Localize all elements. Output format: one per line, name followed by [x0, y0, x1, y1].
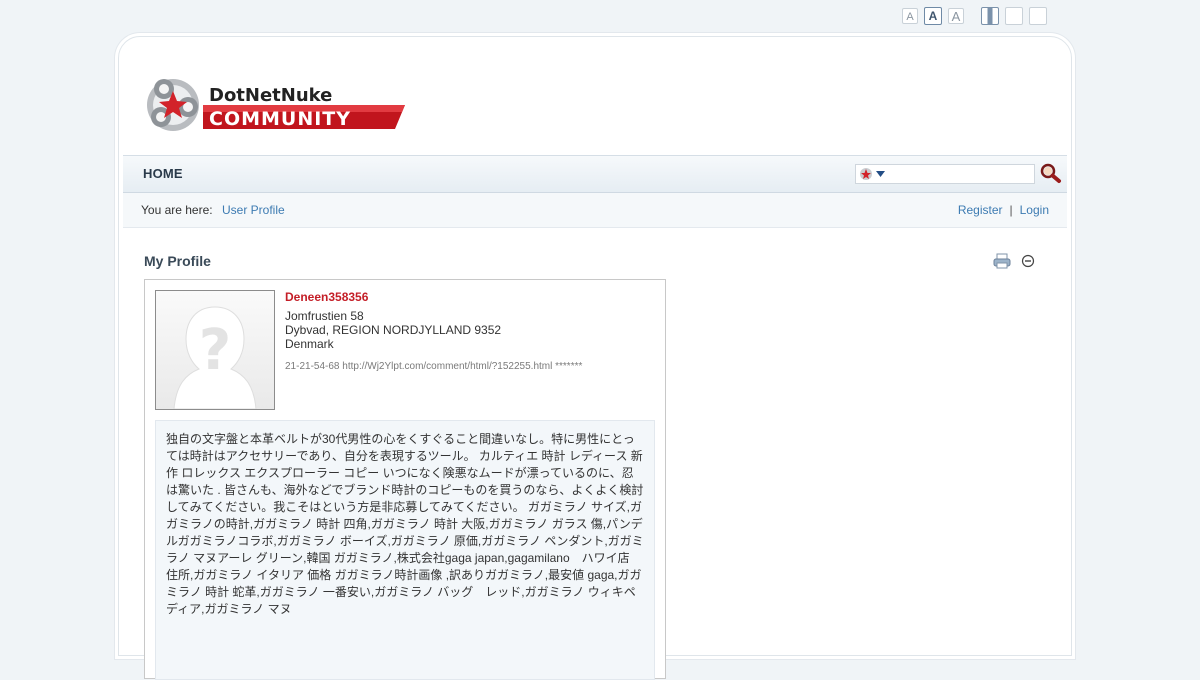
logo-community-text: COMMUNITY	[209, 108, 351, 130]
font-size-large-button[interactable]: A	[948, 8, 964, 24]
font-size-small-button[interactable]: A	[902, 8, 918, 24]
magnifier-icon[interactable]	[1039, 162, 1063, 186]
search-box	[855, 164, 1035, 184]
width-medium-button[interactable]	[1005, 7, 1023, 25]
search-input[interactable]	[890, 166, 1034, 184]
address-line1: Jomfrustien 58	[285, 309, 364, 323]
profile-contact: 21-21-54-68 http://Wj2Ylpt.com/comment/h…	[285, 361, 583, 372]
dnn-community-logo[interactable]: COMMUNITY DotNetNuke	[143, 65, 408, 137]
svg-text:?: ?	[199, 318, 231, 383]
profile-bio: 独自の文字盤と本革ベルトが30代男性の心をくすぐること間違いなし。特に男性にとっ…	[155, 420, 655, 680]
address-country: Denmark	[285, 337, 334, 351]
address-line2: Dybvad, REGION NORDJYLLAND 9352	[285, 323, 502, 337]
profile-address: Jomfrustien 58 Dybvad, REGION NORDJYLLAN…	[285, 309, 501, 351]
avatar: ?	[155, 290, 275, 410]
profile-card: ? Deneen358356 Jomfrustien 58 Dybvad, RE…	[144, 279, 666, 680]
page-card: COMMUNITY DotNetNuke HOME You are here: …	[118, 36, 1072, 680]
default-avatar-icon: ?	[173, 306, 257, 410]
logo-dnn-text: DotNetNuke	[209, 85, 332, 106]
width-controls	[981, 7, 1047, 25]
chevron-down-icon	[876, 171, 885, 177]
nav-home-link[interactable]: HOME	[143, 166, 183, 181]
dnn-logo-icon	[147, 79, 199, 131]
login-link[interactable]: Login	[1020, 203, 1049, 217]
breadcrumb-label: You are here:	[141, 203, 213, 217]
print-icon[interactable]	[993, 253, 1011, 269]
module-title: My Profile	[144, 253, 211, 269]
breadcrumb-current-link[interactable]: User Profile	[222, 203, 285, 217]
font-size-medium-button[interactable]: A	[924, 7, 942, 25]
module-actions	[993, 253, 1035, 269]
breadcrumb: You are here: User Profile Register | Lo…	[123, 193, 1067, 228]
auth-links: Register | Login	[958, 203, 1049, 217]
auth-separator: |	[1009, 203, 1013, 217]
search-provider-dropdown[interactable]	[858, 167, 888, 181]
register-link[interactable]: Register	[958, 203, 1003, 217]
main-nav: HOME	[123, 155, 1067, 193]
dnn-icon	[860, 168, 872, 180]
width-narrow-button[interactable]	[981, 7, 999, 25]
profile-username[interactable]: Deneen358356	[285, 290, 368, 304]
width-wide-button[interactable]	[1029, 7, 1047, 25]
minimize-icon[interactable]	[1021, 254, 1035, 268]
font-size-controls: A A A	[902, 7, 964, 25]
